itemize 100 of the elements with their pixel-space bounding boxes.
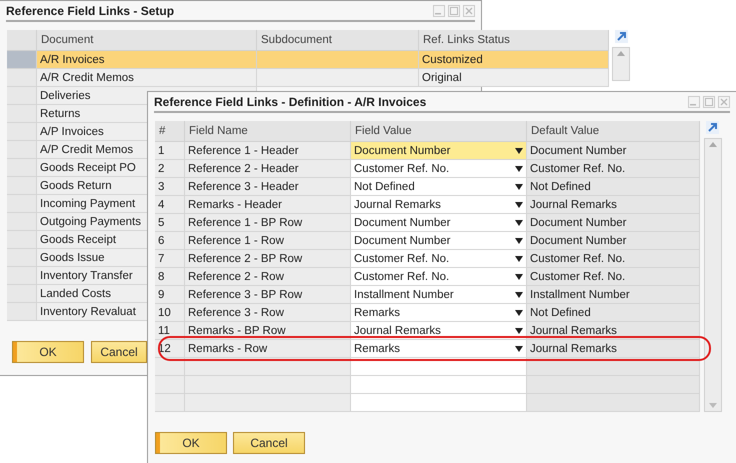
dropdown-caret-icon[interactable] — [515, 148, 523, 154]
table-cell: 3 — [155, 178, 185, 196]
row-header[interactable] — [7, 69, 37, 87]
table-cell: Reference 2 - Header — [185, 160, 351, 178]
table-cell: 9 — [155, 286, 185, 304]
row-header[interactable] — [7, 105, 37, 123]
row-header[interactable] — [7, 87, 37, 105]
column-header[interactable]: Field Value — [351, 121, 527, 142]
dropdown-field[interactable]: Document Number — [351, 214, 527, 232]
window-title: Reference Field Links - Setup — [6, 4, 176, 18]
maximize-icon[interactable] — [703, 96, 715, 108]
table-cell: Document Number — [527, 232, 700, 250]
scroll-up-icon[interactable] — [708, 142, 716, 147]
table-cell: 6 — [155, 232, 185, 250]
scroll-down-icon[interactable] — [708, 403, 716, 408]
dropdown-caret-icon[interactable] — [515, 310, 523, 316]
dropdown-caret-icon[interactable] — [515, 184, 523, 190]
table-cell: Remarks - Row — [185, 340, 351, 358]
ok-button[interactable]: OK — [155, 432, 227, 454]
dropdown-field[interactable]: Customer Ref. No. — [351, 250, 527, 268]
dropdown-field[interactable]: Customer Ref. No. — [351, 268, 527, 286]
scroll-up-icon[interactable] — [617, 51, 625, 56]
dropdown-field[interactable]: Customer Ref. No. — [351, 160, 527, 178]
row-header[interactable] — [7, 123, 37, 141]
maximize-icon[interactable] — [448, 4, 460, 16]
column-header[interactable]: # — [155, 121, 185, 142]
row-header[interactable] — [7, 303, 37, 321]
table-cell: Reference 3 - BP Row — [185, 286, 351, 304]
table-cell: Reference 1 - BP Row — [185, 214, 351, 232]
table-cell: Original — [419, 69, 609, 87]
dropdown-field[interactable]: Document Number — [351, 232, 527, 250]
table-cell: A/R Credit Memos — [37, 69, 257, 87]
table-cell: 5 — [155, 214, 185, 232]
column-header[interactable]: Field Name — [185, 121, 351, 142]
table-cell: Reference 3 - Row — [185, 304, 351, 322]
table-cell: Not Defined — [527, 304, 700, 322]
dropdown-caret-icon[interactable] — [515, 202, 523, 208]
column-header[interactable]: Ref. Links Status — [419, 30, 609, 51]
row-header[interactable] — [7, 213, 37, 231]
scrollbar[interactable] — [704, 138, 722, 412]
table-cell: 7 — [155, 250, 185, 268]
table-cell: Reference 2 - BP Row — [185, 250, 351, 268]
expand-icon[interactable] — [706, 121, 719, 134]
minimize-icon[interactable] — [433, 4, 445, 16]
row-header[interactable] — [7, 267, 37, 285]
column-header[interactable]: Subdocument — [257, 30, 419, 51]
table-cell: 4 — [155, 196, 185, 214]
row-header[interactable] — [7, 159, 37, 177]
dropdown-field[interactable]: Journal Remarks — [351, 196, 527, 214]
table-cell: Customer Ref. No. — [527, 160, 700, 178]
table-cell: Reference 3 - Header — [185, 178, 351, 196]
row-header[interactable] — [7, 249, 37, 267]
column-header[interactable]: Default Value — [527, 121, 700, 142]
table-cell: Customer Ref. No. — [527, 250, 700, 268]
table-cell: Customer Ref. No. — [527, 268, 700, 286]
close-icon[interactable] — [718, 96, 730, 108]
table-cell: 2 — [155, 160, 185, 178]
row-header[interactable] — [7, 195, 37, 213]
dropdown-caret-icon[interactable] — [515, 220, 523, 226]
table-cell: Document Number — [527, 214, 700, 232]
cancel-button[interactable]: Cancel — [91, 341, 147, 363]
dropdown-caret-icon[interactable] — [515, 292, 523, 298]
table-cell: A/R Invoices — [37, 51, 257, 69]
cancel-button[interactable]: Cancel — [233, 432, 305, 454]
row-header[interactable] — [7, 231, 37, 249]
close-icon[interactable] — [463, 4, 475, 16]
scrollbar[interactable] — [612, 47, 630, 81]
dropdown-caret-icon[interactable] — [515, 238, 523, 244]
table-cell: Not Defined — [527, 178, 700, 196]
table-cell: Reference 1 - Header — [185, 142, 351, 160]
row-header[interactable] — [7, 141, 37, 159]
dropdown-caret-icon[interactable] — [515, 274, 523, 280]
table-cell: 11 — [155, 322, 185, 340]
dropdown-field[interactable]: Document Number — [351, 142, 527, 160]
table-cell: Journal Remarks — [527, 340, 700, 358]
dropdown-caret-icon[interactable] — [515, 328, 523, 334]
dropdown-field[interactable]: Remarks — [351, 304, 527, 322]
dropdown-caret-icon[interactable] — [515, 256, 523, 262]
table-cell: Document Number — [527, 142, 700, 160]
column-header[interactable]: Document — [37, 30, 257, 51]
table-cell: Reference 1 - Row — [185, 232, 351, 250]
header-cell — [7, 30, 37, 51]
table-cell: Remarks - Header — [185, 196, 351, 214]
minimize-icon[interactable] — [688, 96, 700, 108]
table-cell: Customized — [419, 51, 609, 69]
row-header[interactable] — [7, 177, 37, 195]
dropdown-caret-icon[interactable] — [515, 166, 523, 172]
expand-icon[interactable] — [614, 30, 628, 43]
table-cell: Journal Remarks — [527, 196, 700, 214]
table-cell: Installment Number — [527, 286, 700, 304]
dropdown-caret-icon[interactable] — [515, 346, 523, 352]
dropdown-field[interactable]: Remarks — [351, 340, 527, 358]
dropdown-field[interactable]: Not Defined — [351, 178, 527, 196]
row-header[interactable] — [7, 285, 37, 303]
table-cell: 1 — [155, 142, 185, 160]
ok-button[interactable]: OK — [12, 341, 84, 363]
table-cell: Reference 2 - Row — [185, 268, 351, 286]
table-cell: 8 — [155, 268, 185, 286]
dropdown-field[interactable]: Installment Number — [351, 286, 527, 304]
row-header[interactable] — [7, 51, 37, 69]
